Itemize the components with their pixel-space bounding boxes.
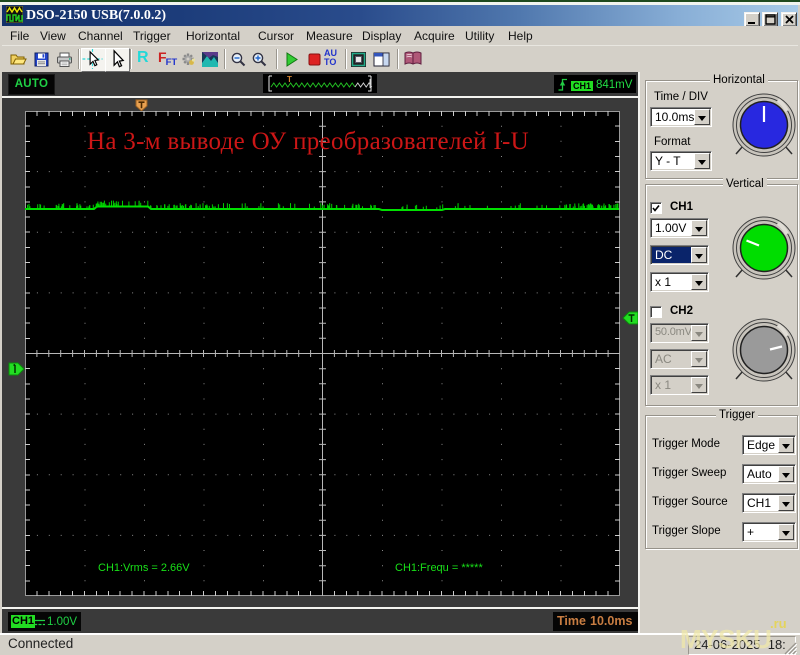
svg-text:T: T xyxy=(287,75,292,84)
